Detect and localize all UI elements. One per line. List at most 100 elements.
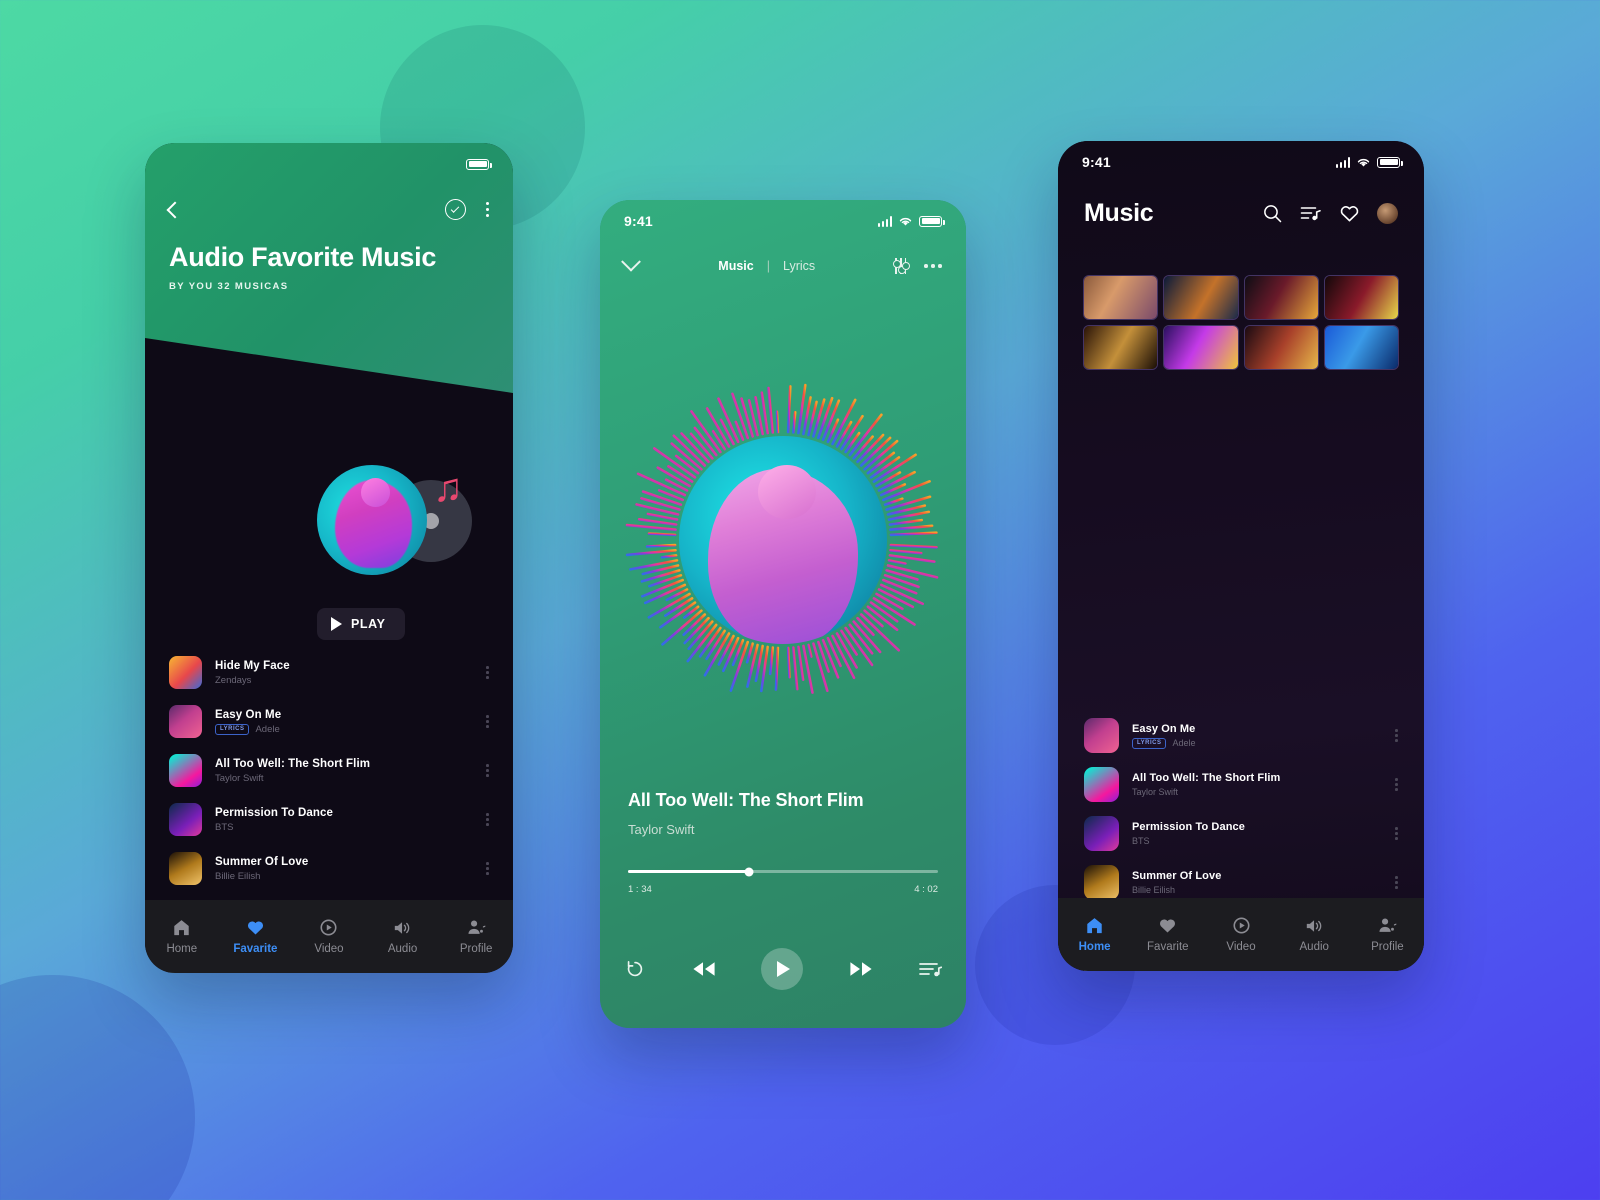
avatar[interactable]	[1377, 203, 1398, 224]
elapsed-time: 1 : 34	[628, 884, 652, 895]
equalizer-button[interactable]	[893, 258, 910, 274]
suggestion-thumbnail[interactable]	[1324, 326, 1398, 369]
song-cover-art	[1084, 718, 1119, 753]
nav-item-video[interactable]: Video	[1204, 916, 1277, 953]
play-icon	[331, 617, 342, 631]
song-meta: Easy On Me Lyrics Adele	[202, 709, 486, 735]
song-title: Summer Of Love	[1132, 870, 1222, 882]
song-options-icon[interactable]	[486, 715, 489, 728]
playlist-queue-icon	[919, 963, 942, 977]
song-options-icon[interactable]	[1395, 827, 1398, 840]
tab-music[interactable]: Music	[718, 259, 753, 273]
playlist-cover-art	[317, 465, 427, 575]
song-options-icon[interactable]	[486, 813, 489, 826]
song-artist: Billie Eilish	[215, 870, 261, 882]
suggestion-thumbnail[interactable]	[1084, 326, 1158, 369]
page-title: Audio Favorite Music	[169, 242, 437, 272]
kebab-menu-icon	[485, 201, 489, 218]
more-horizontal-icon	[924, 264, 942, 268]
person-music-icon	[467, 918, 486, 937]
song-options-icon[interactable]	[486, 666, 489, 679]
song-artist: Zendays	[215, 674, 252, 686]
tab-separator: |	[766, 259, 770, 273]
nav-item-label: Audio	[387, 943, 418, 955]
song-options-icon[interactable]	[486, 862, 489, 875]
song-row[interactable]: Easy On Me Lyrics Adele	[1058, 711, 1424, 760]
song-row[interactable]: Permission To Dance BTS	[1058, 809, 1424, 858]
search-button[interactable]	[1262, 203, 1283, 224]
song-meta: Summer Of Love Billie Eilish	[202, 856, 486, 882]
check-circle-button[interactable]	[444, 199, 466, 220]
suggestion-thumbnail[interactable]	[1164, 276, 1238, 319]
song-options-icon[interactable]	[1395, 729, 1398, 742]
nav-item-audio[interactable]: Audio	[1278, 916, 1351, 953]
song-title: Hide My Face	[215, 659, 290, 672]
favorites-button[interactable]	[1339, 204, 1360, 223]
collapse-button[interactable]	[621, 251, 641, 273]
album-art-waveform	[600, 375, 966, 705]
suggestion-thumbnail[interactable]	[1084, 276, 1158, 319]
person-music-icon	[1378, 916, 1397, 935]
song-title: All Too Well: The Short Flim	[215, 757, 371, 770]
back-button[interactable]	[166, 201, 184, 218]
search-icon	[1264, 205, 1282, 223]
play-button[interactable]: PLAY	[317, 608, 405, 640]
background-circle-bottom-left	[0, 975, 195, 1200]
signal-bars-icon	[877, 215, 892, 227]
nav-item-home[interactable]: Home	[1058, 916, 1131, 953]
signal-bars-icon	[1335, 156, 1350, 168]
suggestion-thumbnail[interactable]	[1324, 276, 1398, 319]
nav-item-video[interactable]: Video	[292, 918, 366, 955]
replay-button[interactable]	[624, 958, 646, 980]
play-pause-button[interactable]	[761, 948, 803, 990]
home-icon	[1085, 916, 1104, 935]
song-row[interactable]: All Too Well: The Short Flim Taylor Swift	[145, 746, 513, 795]
nav-item-audio[interactable]: Audio	[366, 918, 440, 955]
nav-item-profile[interactable]: Profile	[439, 918, 513, 955]
song-cover-art	[1084, 865, 1119, 900]
home-icon	[172, 918, 191, 937]
progress-slider[interactable]	[628, 867, 938, 876]
nav-item-favarite[interactable]: Favarite	[1131, 916, 1204, 953]
nav-item-label: Home	[1078, 941, 1111, 953]
queue-button[interactable]	[918, 959, 942, 979]
status-time: 9:41	[1082, 154, 1111, 170]
lyrics-badge: Lyrics	[215, 723, 250, 735]
next-button[interactable]	[848, 959, 874, 979]
nav-item-label: Audio	[1299, 941, 1329, 953]
song-options-icon[interactable]	[486, 764, 489, 777]
overflow-menu-button[interactable]	[485, 201, 489, 218]
nav-item-home[interactable]: Home	[145, 918, 219, 955]
chevron-down-icon	[621, 251, 641, 272]
previous-button[interactable]	[691, 959, 717, 979]
song-row[interactable]: All Too Well: The Short Flim Taylor Swift	[1058, 760, 1424, 809]
song-options-icon[interactable]	[1395, 778, 1398, 791]
progress-fill	[628, 870, 749, 873]
fast-forward-icon	[849, 962, 872, 976]
more-options-button[interactable]	[924, 264, 942, 268]
bottom-navigation[interactable]: Home Favarite Video Audio Profile	[145, 900, 513, 973]
song-cover-art	[1084, 767, 1119, 802]
suggestion-thumbnail[interactable]	[1244, 326, 1318, 369]
suggestion-thumbnail[interactable]	[1164, 326, 1238, 369]
song-row[interactable]: Permission To Dance BTS	[145, 795, 513, 844]
song-row[interactable]: Summer Of Love Billie Eilish	[145, 844, 513, 893]
song-row[interactable]: Hide My Face Zendays	[145, 648, 513, 697]
song-meta: All Too Well: The Short Flim Taylor Swift	[1119, 772, 1395, 797]
status-bar: 9:41	[600, 200, 966, 242]
video-play-icon	[319, 918, 338, 937]
bottom-navigation[interactable]: Home Favarite Video Audio Profile	[1058, 898, 1424, 971]
progress-knob[interactable]	[744, 867, 754, 876]
song-row[interactable]: Easy On Me Lyrics Adele	[145, 697, 513, 746]
tab-lyrics[interactable]: Lyrics	[783, 259, 815, 273]
song-options-icon[interactable]	[1395, 876, 1398, 889]
replay-icon	[627, 961, 643, 977]
song-meta: Easy On Me Lyrics Adele	[1119, 723, 1395, 749]
player-controls	[624, 948, 942, 990]
song-title: Easy On Me	[1132, 722, 1196, 735]
play-button-label: PLAY	[351, 617, 386, 631]
nav-item-favarite[interactable]: Favarite	[219, 918, 293, 955]
suggestion-thumbnail[interactable]	[1244, 276, 1318, 319]
nav-item-profile[interactable]: Profile	[1351, 916, 1424, 953]
playlist-button[interactable]	[1300, 204, 1322, 223]
